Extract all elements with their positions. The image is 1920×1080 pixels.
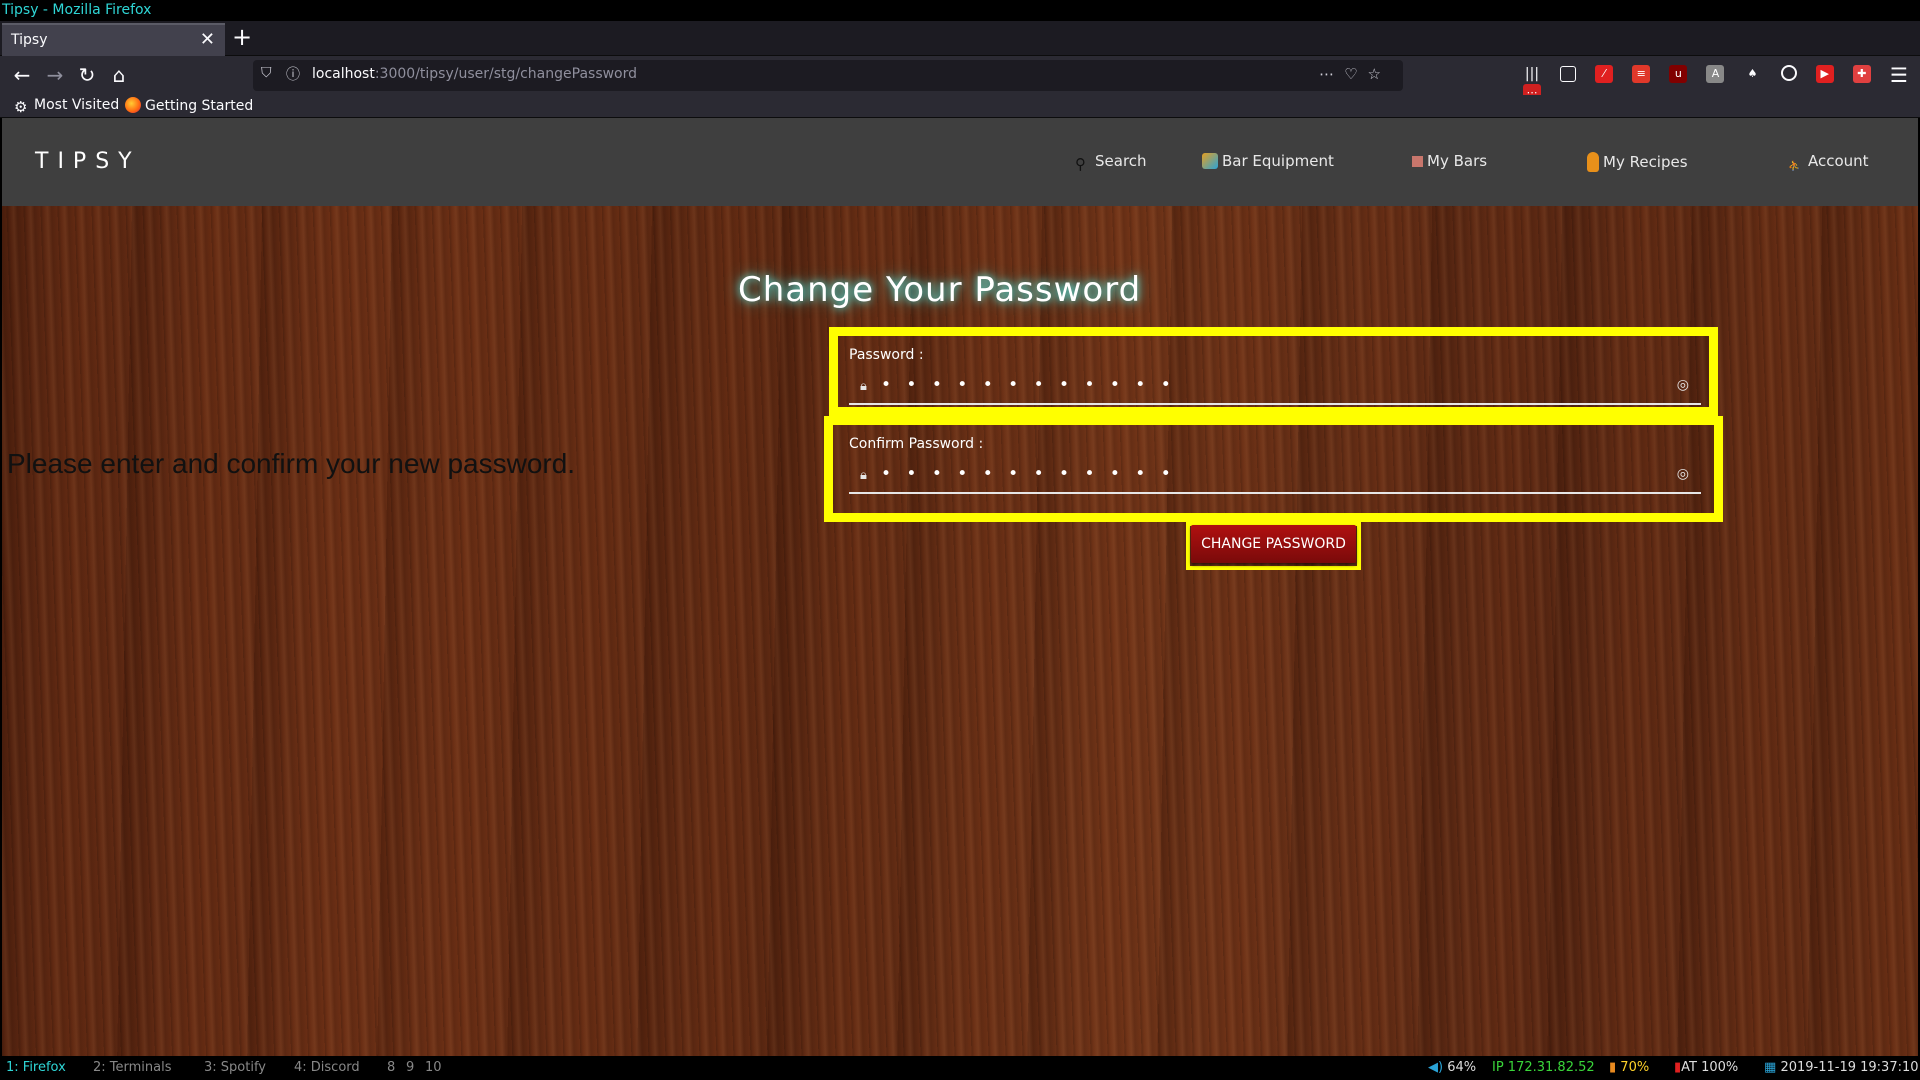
- lock-icon: 🔒︎: [860, 379, 867, 394]
- gear-icon: ⚙: [14, 98, 28, 116]
- wifi-icon: ▮: [1609, 1060, 1617, 1075]
- pocket-icon[interactable]: ♡: [1344, 65, 1367, 83]
- site-header: TIPSY ⚲ Search Bar Equipment My Bars My R…: [2, 118, 1918, 206]
- clock-value: 2019-11-19 19:37:10: [1780, 1060, 1919, 1075]
- youtube-icon[interactable]: ▶: [1815, 65, 1834, 83]
- browser-tab[interactable]: Tipsy ✕: [2, 23, 225, 56]
- bookmark-star-icon[interactable]: ☆: [1368, 65, 1391, 83]
- system-taskbar: 1: Firefox 2: Terminals 3: Spotify 4: Di…: [0, 1056, 1920, 1080]
- sidebar-icon[interactable]: [1560, 66, 1577, 82]
- close-tab-icon[interactable]: ✕: [200, 29, 215, 50]
- library-icon[interactable]: |||: [1523, 65, 1541, 83]
- bar-equipment-icon: [1202, 153, 1218, 169]
- tab-strip: Tipsy ✕ +: [0, 21, 1920, 56]
- navigation-toolbar: ← → ↻ ⌂ ⛉ ⓘ localhost:3000/tipsy/user/st…: [0, 56, 1920, 102]
- instruction-text: Please enter and confirm your new passwo…: [7, 448, 576, 479]
- url-path: :3000/tipsy/user/stg/changePassword: [374, 66, 638, 82]
- nav-my-bars[interactable]: My Bars: [1412, 152, 1487, 170]
- bookmark-label: Getting Started: [145, 98, 254, 114]
- tab-title: Tipsy: [11, 32, 48, 48]
- extension-swirl-icon[interactable]: ♠: [1744, 65, 1762, 83]
- confirm-password-label: Confirm Password :: [849, 436, 984, 452]
- forward-icon[interactable]: →: [43, 63, 67, 87]
- site-info-icon[interactable]: ⓘ: [286, 64, 300, 84]
- page-title: Change Your Password: [738, 270, 1142, 310]
- lock-icon: 🔒︎: [860, 468, 867, 483]
- password-label: Password :: [849, 347, 924, 363]
- password-field[interactable]: Password : 🔒︎ • • • • • • • • • • • • ◎: [849, 347, 1701, 405]
- url-bar[interactable]: ⛉ ⓘ localhost:3000/tipsy/user/stg/change…: [253, 60, 1403, 91]
- ublock-icon[interactable]: u: [1669, 65, 1688, 83]
- wifi-status: ▮ 70%: [1609, 1056, 1649, 1080]
- more-actions-icon[interactable]: ⋯: [1319, 65, 1344, 83]
- confirm-password-input[interactable]: • • • • • • • • • • • •: [881, 464, 1176, 484]
- reload-icon[interactable]: ↻: [75, 63, 99, 87]
- account-extension-icon[interactable]: [1780, 65, 1797, 81]
- url-text[interactable]: localhost:3000/tipsy/user/stg/changePass…: [312, 66, 637, 82]
- workspace-9[interactable]: 9: [406, 1056, 414, 1080]
- workspace-terminals[interactable]: 2: Terminals: [93, 1056, 172, 1080]
- bookmark-getting-started[interactable]: Getting Started: [125, 97, 253, 114]
- bookmark-label: Most Visited: [34, 97, 120, 113]
- translate-icon[interactable]: A: [1706, 65, 1725, 83]
- site-logo[interactable]: TIPSY: [35, 149, 141, 174]
- url-host: localhost: [312, 66, 375, 82]
- nav-search[interactable]: ⚲ Search: [1075, 152, 1147, 172]
- firefox-icon: [125, 97, 141, 113]
- account-icon: ⛹: [1788, 161, 1801, 172]
- workspace-firefox[interactable]: 1: Firefox: [6, 1056, 66, 1080]
- nav-my-bars-label: My Bars: [1427, 152, 1488, 170]
- workspace-discord[interactable]: 4: Discord: [294, 1056, 360, 1080]
- field-underline: [849, 403, 1701, 405]
- battery-status: ▮AT 100%: [1674, 1056, 1738, 1080]
- home-icon[interactable]: ⌂: [107, 63, 131, 87]
- clock-status: ▦ 2019-11-19 19:37:10: [1764, 1056, 1919, 1080]
- workspace-spotify[interactable]: 3: Spotify: [204, 1056, 266, 1080]
- change-password-button[interactable]: CHANGE PASSWORD: [1191, 525, 1356, 563]
- volume-icon: ◀): [1428, 1060, 1444, 1075]
- volume-status: ◀) 64%: [1428, 1056, 1476, 1080]
- nav-account[interactable]: ⛹ Account: [1788, 152, 1869, 175]
- confirm-password-field[interactable]: Confirm Password : 🔒︎ • • • • • • • • • …: [849, 436, 1701, 494]
- ip-status: IP 172.31.82.52: [1492, 1060, 1595, 1075]
- calendar-icon: ▦: [1764, 1060, 1777, 1075]
- nav-account-label: Account: [1808, 152, 1869, 170]
- page-actions: ⋯♡☆: [1319, 65, 1391, 83]
- bottle-icon: [1587, 152, 1599, 172]
- hamburger-menu-icon[interactable]: ☰: [1890, 63, 1908, 87]
- bar-icon: [1412, 156, 1423, 167]
- password-input[interactable]: • • • • • • • • • • • •: [881, 375, 1176, 395]
- workspace-8[interactable]: 8: [387, 1056, 395, 1080]
- bookmarks-bar: ⚙ Most Visited Getting Started: [0, 95, 1920, 118]
- wifi-value: 70%: [1620, 1060, 1650, 1075]
- back-icon[interactable]: ←: [10, 63, 34, 87]
- workspace-10[interactable]: 10: [425, 1056, 442, 1080]
- search-icon: ⚲: [1075, 155, 1086, 173]
- nav-search-label: Search: [1095, 152, 1147, 170]
- tracking-shield-icon[interactable]: ⛉: [261, 65, 272, 81]
- nav-my-recipes[interactable]: My Recipes: [1587, 152, 1688, 172]
- extension-gift-icon[interactable]: ✚: [1852, 65, 1871, 83]
- hide-password-icon[interactable]: ◎: [1677, 466, 1689, 482]
- field-underline: [849, 492, 1701, 494]
- hide-password-icon[interactable]: ◎: [1677, 377, 1689, 393]
- bookmark-most-visited[interactable]: ⚙ Most Visited: [14, 97, 119, 115]
- volume-value: 64%: [1447, 1060, 1477, 1075]
- extension-toolbar: ||| ⁄ ≡ u A ♠ ▶ ✚ ⋯: [1523, 65, 1920, 102]
- todoist-icon[interactable]: ≡: [1632, 65, 1651, 83]
- nav-bar-equipment-label: Bar Equipment: [1222, 152, 1334, 170]
- battery-value: AT 100%: [1681, 1060, 1739, 1075]
- extension-red-icon[interactable]: ⁄: [1595, 65, 1614, 83]
- nav-bar-equipment[interactable]: Bar Equipment: [1202, 152, 1334, 170]
- new-tab-icon[interactable]: +: [232, 23, 252, 51]
- window-title: Tipsy - Mozilla Firefox: [0, 0, 1920, 21]
- nav-my-recipes-label: My Recipes: [1603, 153, 1688, 171]
